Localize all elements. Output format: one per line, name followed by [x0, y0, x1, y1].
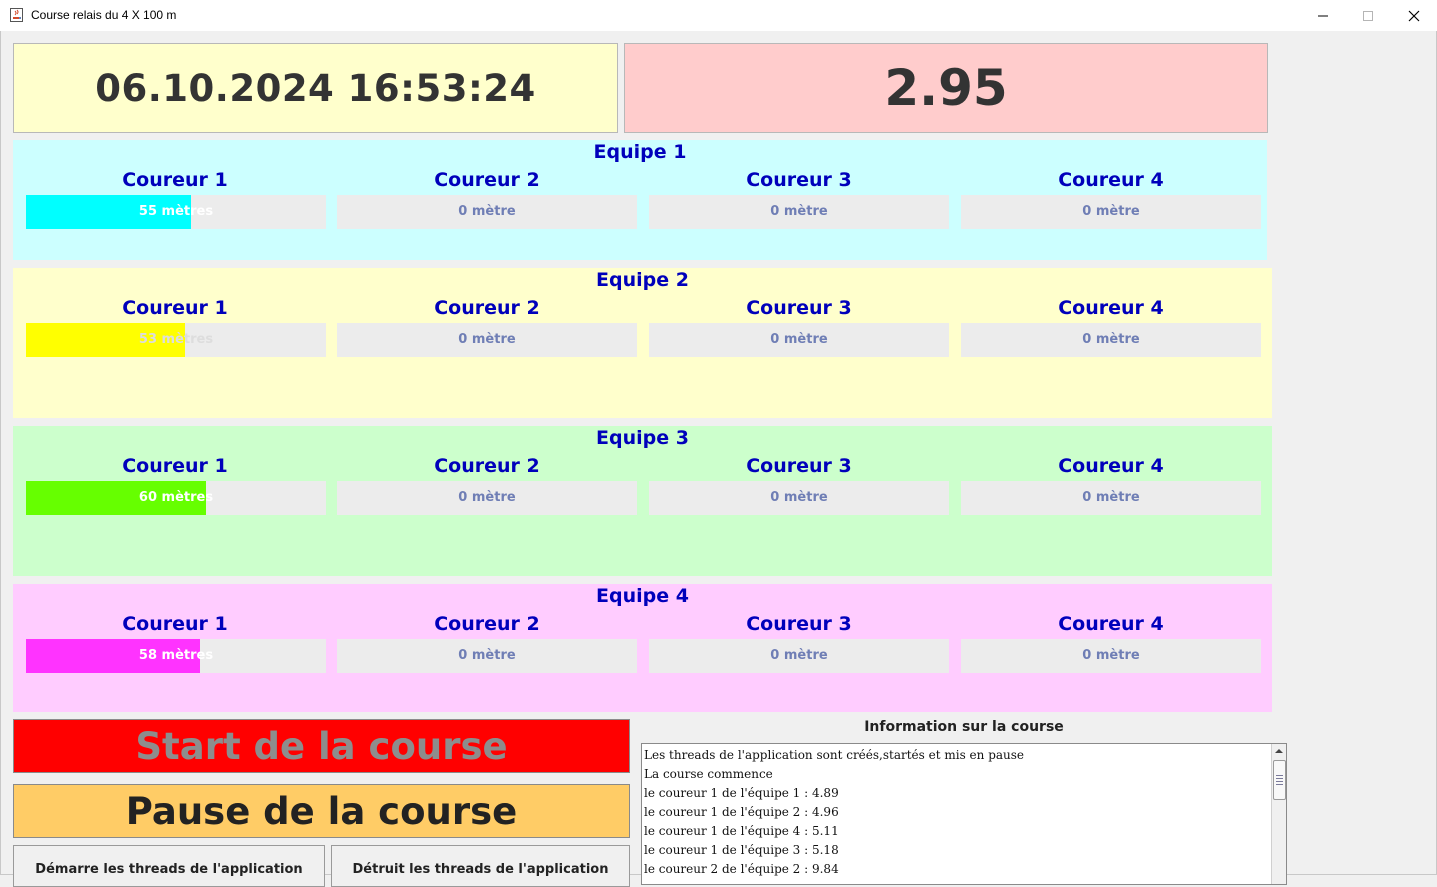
distance-label: 0 mètre: [770, 332, 828, 347]
start-race-button[interactable]: Start de la course: [13, 719, 630, 773]
info-log-line: le coureur 1 de l'équipe 4 : 5.11: [644, 824, 839, 838]
runner-label: Coureur 1: [122, 613, 228, 635]
scroll-thumb[interactable]: [1273, 760, 1286, 800]
runner-progress-bar: 0 mètre: [649, 639, 949, 673]
team-panel-1: Equipe 1 Coureur 1 Coureur 2 Coureur 3 C…: [13, 140, 1267, 260]
distance-label: 0 mètre: [1082, 490, 1140, 505]
runner-label: Coureur 3: [746, 169, 852, 191]
runner-progress-bar: 0 mètre: [961, 323, 1261, 357]
runner-label: Coureur 2: [434, 297, 540, 319]
chrono-display: 2.95: [624, 43, 1268, 133]
minimize-button[interactable]: [1300, 0, 1346, 31]
distance-label: 0 mètre: [1082, 648, 1140, 663]
runner-progress-bar: 0 mètre: [337, 639, 637, 673]
info-scrollbar[interactable]: [1271, 744, 1286, 884]
info-log-lines: Les threads de l'application sont créés,…: [644, 746, 1024, 879]
runner-label: Coureur 1: [122, 297, 228, 319]
destroy-threads-button[interactable]: Détruit les threads de l'application: [331, 845, 630, 887]
distance-label: 0 mètre: [458, 204, 516, 219]
runner-label: Coureur 2: [434, 455, 540, 477]
runner-progress-bar: 55 mètres: [26, 195, 326, 229]
runner-label: Coureur 4: [1058, 455, 1164, 477]
clock-display: 06.10.2024 16:53:24: [13, 43, 618, 133]
runner-progress-bar: 60 mètres: [26, 481, 326, 515]
java-app-icon: [10, 8, 23, 22]
distance-label: 0 mètre: [1082, 204, 1140, 219]
scroll-up-button[interactable]: [1272, 744, 1286, 758]
runner-progress-bar: 53 mètres: [26, 323, 326, 357]
distance-label: 60 mètres: [138, 490, 214, 505]
runner-label: Coureur 2: [434, 169, 540, 191]
maximize-icon: [1363, 10, 1373, 21]
maximize-button[interactable]: [1345, 0, 1391, 31]
minimize-icon: [1318, 15, 1328, 16]
team-title: Equipe 4: [596, 585, 689, 607]
team-panel-2: Equipe 2 Coureur 1 Coureur 2 Coureur 3 C…: [13, 268, 1272, 418]
team-title: Equipe 2: [596, 269, 689, 291]
distance-label: 0 mètre: [770, 490, 828, 505]
distance-label: 0 mètre: [770, 204, 828, 219]
runner-label: Coureur 2: [434, 613, 540, 635]
team-panel-3: Equipe 3 Coureur 1 Coureur 2 Coureur 3 C…: [13, 426, 1272, 576]
clock-datetime: 06.10.2024 16:53:24: [95, 66, 536, 110]
runner-progress-bar: 0 mètre: [961, 639, 1261, 673]
team-panel-4: Equipe 4 Coureur 1 Coureur 2 Coureur 3 C…: [13, 584, 1272, 712]
title-bar[interactable]: Course relais du 4 X 100 m: [0, 0, 1437, 31]
runner-label: Coureur 3: [746, 455, 852, 477]
runner-progress-bar: 0 mètre: [649, 481, 949, 515]
distance-label: 55 mètres: [138, 204, 214, 219]
runner-progress-bar: 0 mètre: [337, 481, 637, 515]
distance-label: 58 mètres: [138, 648, 214, 663]
runner-label: Coureur 4: [1058, 169, 1164, 191]
runner-label: Coureur 4: [1058, 613, 1164, 635]
info-log-line: le coureur 1 de l'équipe 3 : 5.18: [644, 843, 839, 857]
runner-label: Coureur 3: [746, 613, 852, 635]
distance-label: 0 mètre: [458, 490, 516, 505]
runner-progress-bar: 0 mètre: [337, 323, 637, 357]
pause-race-label: Pause de la course: [125, 789, 518, 833]
runner-progress-bar: 0 mètre: [649, 195, 949, 229]
distance-label: 53 mètres: [138, 332, 214, 347]
runner-progress-bar: 0 mètre: [961, 481, 1261, 515]
info-log-line: le coureur 1 de l'équipe 1 : 4.89: [644, 786, 839, 800]
runner-progress-bar: 0 mètre: [337, 195, 637, 229]
info-title: Information sur la course: [864, 719, 1064, 735]
runner-label: Coureur 1: [122, 455, 228, 477]
close-icon: [1408, 10, 1420, 21]
window-title: Course relais du 4 X 100 m: [31, 8, 177, 22]
distance-label: 0 mètre: [1082, 332, 1140, 347]
distance-label: 0 mètre: [458, 332, 516, 347]
close-button[interactable]: [1391, 0, 1437, 31]
pause-race-button[interactable]: Pause de la course: [13, 784, 630, 838]
runner-label: Coureur 1: [122, 169, 228, 191]
start-race-label: Start de la course: [135, 724, 508, 768]
team-title: Equipe 1: [593, 141, 687, 163]
info-log-line: La course commence: [644, 767, 773, 781]
info-log-line: le coureur 2 de l'équipe 2 : 9.84: [644, 862, 839, 876]
info-log-line: Les threads de l'application sont créés,…: [644, 748, 1025, 762]
distance-label: 0 mètre: [770, 648, 828, 663]
runner-progress-bar: 0 mètre: [649, 323, 949, 357]
runner-progress-bar: 0 mètre: [961, 195, 1261, 229]
scroll-up-arrow-icon: [1275, 749, 1283, 753]
runner-progress-bar: 58 mètres: [26, 639, 326, 673]
info-log-line: le coureur 1 de l'équipe 2 : 4.96: [644, 805, 839, 819]
info-log-textarea[interactable]: Les threads de l'application sont créés,…: [641, 743, 1287, 885]
distance-label: 0 mètre: [458, 648, 516, 663]
start-threads-button[interactable]: Démarre les threads de l'application: [13, 845, 325, 887]
team-title: Equipe 3: [596, 427, 689, 449]
runner-label: Coureur 3: [746, 297, 852, 319]
runner-label: Coureur 4: [1058, 297, 1164, 319]
chrono-value: 2.95: [884, 59, 1008, 117]
